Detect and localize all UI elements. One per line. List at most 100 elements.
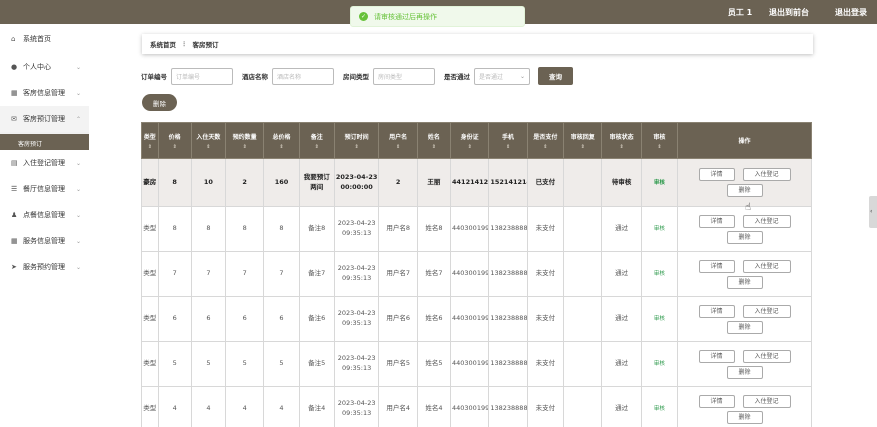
- sort-icon[interactable]: ⇕: [264, 144, 298, 150]
- delete-button[interactable]: 删除: [726, 320, 763, 334]
- audit-link[interactable]: 审核: [654, 361, 665, 367]
- query-button[interactable]: 查询: [538, 67, 573, 85]
- sort-icon[interactable]: ⇕: [451, 144, 488, 150]
- delete-button[interactable]: 删除: [726, 275, 763, 289]
- column-header[interactable]: 备注 ⇕: [298, 122, 335, 159]
- column-header[interactable]: 用户名 ⇕: [378, 122, 418, 159]
- checkin-button[interactable]: 入住登记: [742, 394, 791, 408]
- sidebar-item-checkin[interactable]: ▤ 入住登记管理 ⌄: [0, 150, 89, 176]
- column-header[interactable]: 审核回复 ⇕: [563, 122, 603, 159]
- detail-button[interactable]: 详情: [698, 304, 735, 318]
- go-frontend-link[interactable]: 退出到前台: [769, 8, 809, 17]
- cell-id: 440300199404040004: [449, 386, 490, 427]
- delete-button[interactable]: 删除: [726, 230, 763, 244]
- sidebar-item-home[interactable]: ⌂ 系统首页: [0, 24, 89, 54]
- audit-link[interactable]: 审核: [654, 406, 665, 412]
- list-icon: ☰: [11, 185, 18, 193]
- logout-link[interactable]: 退出登录: [835, 7, 867, 18]
- detail-button[interactable]: 详情: [698, 394, 735, 408]
- column-header[interactable]: 是否支付 ⇕: [526, 122, 565, 159]
- column-header[interactable]: 预约数量 ⇕: [224, 122, 265, 159]
- checkin-button[interactable]: 入住登记: [742, 214, 791, 228]
- column-header[interactable]: 类型 ⇕: [141, 122, 159, 159]
- cell-paid: 已支付: [526, 158, 565, 207]
- delete-button[interactable]: 删除: [726, 184, 763, 197]
- pass-select-placeholder: 是否通过: [479, 73, 504, 81]
- cell-time: 2023-04-23 09:35:13: [333, 296, 380, 342]
- batch-delete-button[interactable]: 删除: [142, 94, 177, 111]
- column-header: 操作: [677, 122, 812, 159]
- column-header[interactable]: 总价格 ⇕: [263, 122, 300, 159]
- hotel-name-input[interactable]: 酒店名称: [272, 67, 334, 85]
- detail-button[interactable]: 详情: [698, 349, 735, 363]
- audit-link[interactable]: 审核: [654, 316, 665, 322]
- table-row: 类型 8 8 8 8 备注8 2023-04-23 09:35:13 用户名8 姓名8 44030…: [141, 206, 812, 252]
- side-scroll-tab[interactable]: ‹: [869, 196, 877, 228]
- column-header[interactable]: 姓名 ⇕: [416, 122, 452, 159]
- cell-days: 6: [190, 296, 227, 342]
- cell-time: 2023-04-23 09:35:13: [333, 341, 380, 387]
- column-header[interactable]: 预订时间 ⇕: [333, 122, 380, 159]
- sort-icon[interactable]: ⇕: [564, 144, 601, 150]
- detail-button[interactable]: 详情: [698, 214, 735, 228]
- column-header[interactable]: 身份证 ⇕: [449, 122, 490, 159]
- sidebar-item-label: 客房信息管理: [23, 89, 65, 97]
- table-row: 豪房 8 10 2 160 我要预订两间 2023-04-23 00:00:00 2 王丽 441…: [141, 158, 812, 207]
- sidebar-item-restaurant[interactable]: ☰ 餐厅信息管理 ⌄: [0, 176, 89, 202]
- sidebar-item-service-info[interactable]: ▦ 服务信息管理 ⌄: [0, 228, 89, 254]
- detail-button[interactable]: 详情: [698, 259, 735, 273]
- sidebar-item-room-booking[interactable]: ✉ 客房预订管理 ⌃: [0, 106, 89, 132]
- user-icon: ●: [11, 63, 18, 71]
- column-header[interactable]: 手机 ⇕: [488, 122, 528, 159]
- sidebar-item-service-booking[interactable]: ➤ 服务预约管理 ⌄: [0, 254, 89, 280]
- sidebar-item-room-info[interactable]: ▦ 客房信息管理 ⌄: [0, 80, 89, 106]
- chevron-down-icon: ⌄: [75, 237, 81, 245]
- cell-status: 通过: [601, 296, 642, 342]
- column-header-label: 操作: [738, 138, 751, 145]
- sort-icon[interactable]: ⇕: [602, 144, 640, 150]
- sort-icon[interactable]: ⇕: [335, 144, 379, 150]
- delete-button[interactable]: 删除: [726, 410, 763, 424]
- sort-icon[interactable]: ⇕: [418, 144, 450, 150]
- sort-icon[interactable]: ⇕: [300, 144, 334, 150]
- sort-icon[interactable]: ⇕: [489, 144, 526, 150]
- column-header[interactable]: 审核状态 ⇕: [601, 122, 642, 159]
- cell-id: 440300199505050005: [449, 341, 490, 387]
- checkin-button[interactable]: 入住登记: [742, 349, 791, 363]
- checkin-button[interactable]: 入住登记: [742, 168, 791, 181]
- sidebar-item-label: 系统首页: [23, 35, 51, 43]
- sidebar-item-ordering[interactable]: ♟ 点餐信息管理 ⌄: [0, 202, 89, 228]
- pass-select[interactable]: 是否通过 ⌄: [474, 67, 530, 85]
- audit-link[interactable]: 审核: [654, 180, 665, 186]
- column-header[interactable]: 价格 ⇕: [157, 122, 192, 159]
- cell-status: 通过: [601, 206, 642, 252]
- breadcrumb-home[interactable]: 系统首页: [150, 39, 176, 49]
- sort-icon[interactable]: ⇕: [642, 144, 677, 150]
- cell-name: 姓名4: [416, 386, 452, 427]
- order-no-input[interactable]: 订单编号: [171, 67, 233, 85]
- detail-button[interactable]: 详情: [698, 168, 735, 181]
- pass-label: 是否通过: [444, 73, 470, 81]
- column-header-label: 手机: [502, 133, 515, 141]
- sort-icon[interactable]: ⇕: [159, 144, 191, 150]
- sort-icon[interactable]: ⇕: [528, 144, 563, 150]
- audit-link[interactable]: 审核: [654, 271, 665, 277]
- checkin-button[interactable]: 入住登记: [742, 304, 791, 318]
- cell-count: 6: [224, 296, 265, 342]
- sidebar-item-personal[interactable]: ● 个人中心 ⌄: [0, 54, 89, 80]
- chevron-down-icon: ⌄: [75, 89, 81, 97]
- delete-button[interactable]: 删除: [726, 365, 763, 379]
- sort-icon[interactable]: ⇕: [379, 144, 416, 150]
- column-header[interactable]: 审核 ⇕: [640, 122, 679, 159]
- sort-icon[interactable]: ⇕: [226, 144, 263, 150]
- column-header[interactable]: 入住天数 ⇕: [190, 122, 227, 159]
- audit-link[interactable]: 审核: [654, 226, 665, 232]
- room-type-input[interactable]: 房间类型: [373, 67, 435, 85]
- sort-icon[interactable]: ⇕: [142, 144, 158, 150]
- cell-reply: [563, 206, 603, 252]
- sidebar-subitem-room-booking[interactable]: 客房预订: [0, 136, 89, 150]
- checkin-button[interactable]: 入住登记: [742, 259, 791, 273]
- sort-icon[interactable]: ⇕: [192, 144, 225, 150]
- cell-reply: [563, 296, 603, 342]
- chevron-down-icon: ⌄: [75, 185, 81, 193]
